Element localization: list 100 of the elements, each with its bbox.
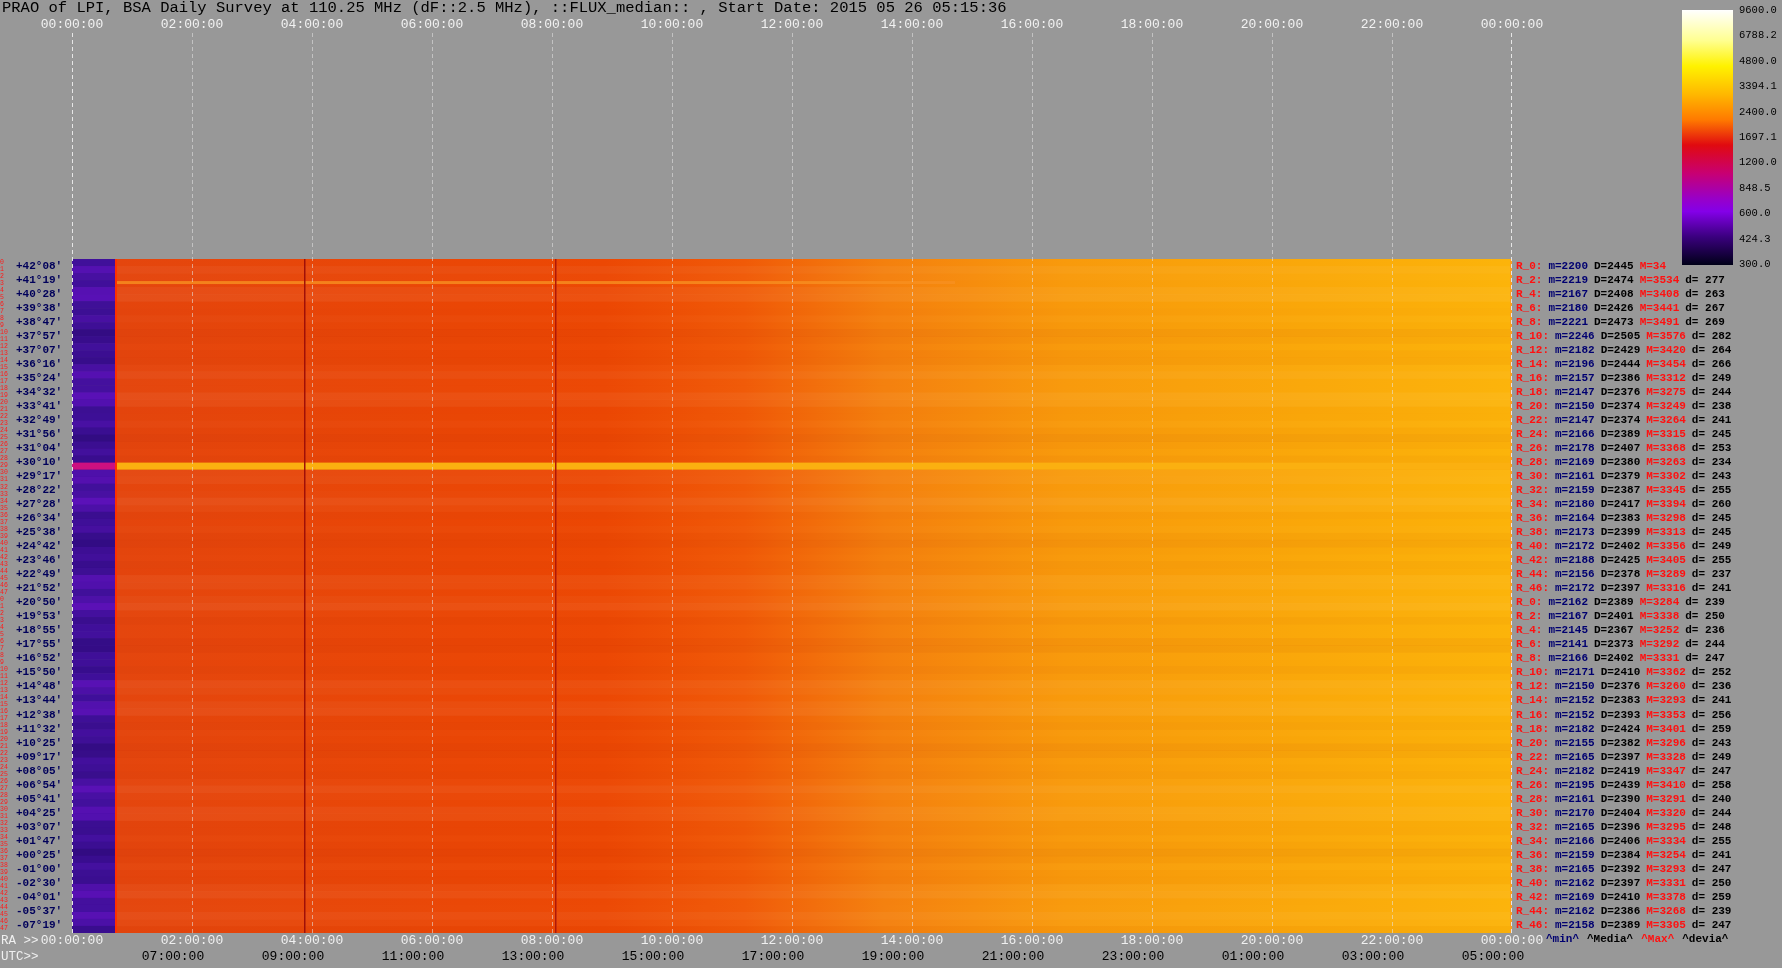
- min-value: m=2182: [1555, 722, 1595, 736]
- declination-label: +01°47′: [16, 834, 63, 848]
- tick-label: 19:00:00: [861, 949, 925, 965]
- deviation-value: d= 245: [1691, 512, 1732, 526]
- deviation-value: d= 241: [1691, 694, 1732, 708]
- row-label: R_2:: [1516, 610, 1543, 624]
- tick-label: 20:00:00: [1240, 17, 1304, 33]
- tick-label: 08:00:00: [520, 17, 584, 33]
- max-value: M=3534: [1639, 273, 1680, 287]
- median-value: D=2374: [1600, 413, 1641, 427]
- max-value: M=3263: [1646, 455, 1686, 469]
- max-value: M=3334: [1646, 834, 1686, 848]
- min-value: m=2170: [1555, 806, 1595, 820]
- deviation-value: d= 282: [1691, 329, 1732, 343]
- tick-label: 00:00:00: [40, 933, 104, 949]
- deviation-value: d= 250: [1685, 610, 1725, 624]
- row-label: R_6:: [1516, 638, 1543, 652]
- row-label: R_0:: [1516, 596, 1543, 610]
- median-value: D=2402: [1594, 652, 1634, 666]
- tick-label: 10:00:00: [640, 933, 704, 949]
- declination-label: +16°52′: [16, 652, 63, 666]
- min-value: m=2166: [1548, 652, 1588, 666]
- declination-label: +38°47′: [16, 315, 63, 329]
- tick-label: 00:00:00: [40, 17, 104, 33]
- tick-label: 06:00:00: [400, 933, 464, 949]
- tick-label: 23:00:00: [1101, 949, 1165, 965]
- max-value: M=3356: [1646, 540, 1686, 554]
- row-label: R_22:: [1516, 750, 1549, 764]
- max-value: M=3275: [1646, 385, 1686, 399]
- row-label: R_4:: [1516, 624, 1543, 638]
- axis-label: RA >>: [1, 934, 39, 948]
- max-value: M=3441: [1639, 301, 1680, 315]
- median-value: D=2389: [1600, 919, 1641, 932]
- row-label: R_4:: [1516, 287, 1543, 301]
- min-value: m=2173: [1555, 526, 1595, 540]
- declination-label: +14°48′: [16, 680, 63, 694]
- min-value: m=2165: [1555, 862, 1595, 876]
- min-value: m=2182: [1555, 343, 1595, 357]
- scale-label: 2400.0: [1739, 105, 1777, 118]
- deviation-value: d= 234: [1691, 455, 1732, 469]
- max-value: M=3401: [1646, 722, 1686, 736]
- median-value: D=2425: [1600, 554, 1641, 568]
- median-value: D=2407: [1600, 441, 1641, 455]
- tick-label: 06:00:00: [400, 17, 464, 33]
- min-value: m=2246: [1555, 329, 1595, 343]
- median-value: D=2379: [1600, 470, 1641, 483]
- tick-label: 18:00:00: [1120, 17, 1184, 33]
- row-label: R_22:: [1516, 413, 1549, 427]
- min-value: m=2172: [1555, 540, 1595, 554]
- deviation-value: d= 249: [1691, 540, 1732, 554]
- deviation-value: d= 260: [1691, 498, 1732, 512]
- declination-label: +21°52′: [16, 582, 63, 596]
- row-label: R_44:: [1516, 904, 1549, 918]
- declination-label: +31°04′: [16, 441, 63, 455]
- median-value: D=2392: [1600, 862, 1641, 876]
- deviation-value: d= 243: [1691, 470, 1732, 483]
- scale-label: 848.5: [1739, 181, 1772, 194]
- row-label: R_38:: [1516, 862, 1549, 876]
- deviation-value: d= 245: [1691, 427, 1732, 441]
- deviation-value: d= 244: [1691, 385, 1732, 399]
- median-value: D=2410: [1600, 666, 1641, 680]
- row-label: R_16:: [1516, 371, 1549, 385]
- max-value: M=3295: [1646, 820, 1686, 834]
- max-value: M=3291: [1646, 792, 1686, 806]
- deviation-value: d= 258: [1691, 778, 1732, 792]
- min-value: m=2200: [1548, 259, 1588, 273]
- max-value: M=3405: [1646, 554, 1686, 568]
- min-value: m=2157: [1555, 371, 1595, 385]
- median-value: D=2383: [1600, 512, 1641, 526]
- max-value: M=3313: [1646, 526, 1686, 540]
- declination-label: +12°38′: [16, 708, 63, 722]
- deviation-value: d= 253: [1691, 441, 1732, 455]
- row-label: R_26:: [1516, 778, 1549, 792]
- row-label: R_30:: [1516, 806, 1549, 820]
- declination-label: +32°49′: [16, 413, 63, 427]
- max-value: M=3315: [1646, 427, 1686, 441]
- max-value: M=3298: [1646, 512, 1686, 526]
- max-value: M=3331: [1646, 876, 1686, 890]
- max-value: M=3268: [1646, 904, 1686, 918]
- median-value: D=2505: [1600, 329, 1641, 343]
- row-label: R_30:: [1516, 470, 1549, 483]
- deviation-value: d= 240: [1691, 792, 1732, 806]
- declination-label: +17°55′: [16, 638, 63, 652]
- deviation-value: d= 255: [1691, 834, 1732, 848]
- min-value: m=2161: [1555, 792, 1595, 806]
- row-label: R_12:: [1516, 343, 1549, 357]
- median-value: D=2401: [1594, 610, 1634, 624]
- min-value: m=2162: [1555, 904, 1595, 918]
- tick-label: 12:00:00: [760, 933, 824, 949]
- min-value: m=2171: [1555, 666, 1595, 680]
- median-value: D=2376: [1600, 385, 1641, 399]
- min-value: m=2165: [1555, 820, 1595, 834]
- scale-label: 6788.2: [1739, 29, 1777, 42]
- declination-label: +23°46′: [16, 554, 63, 568]
- median-value: D=2473: [1594, 315, 1634, 329]
- legend-label: ^Max^: [1641, 933, 1675, 947]
- median-value: D=2389: [1600, 427, 1641, 441]
- min-value: m=2180: [1548, 301, 1588, 315]
- max-value: M=3576: [1646, 329, 1686, 343]
- max-value: M=3249: [1646, 399, 1686, 413]
